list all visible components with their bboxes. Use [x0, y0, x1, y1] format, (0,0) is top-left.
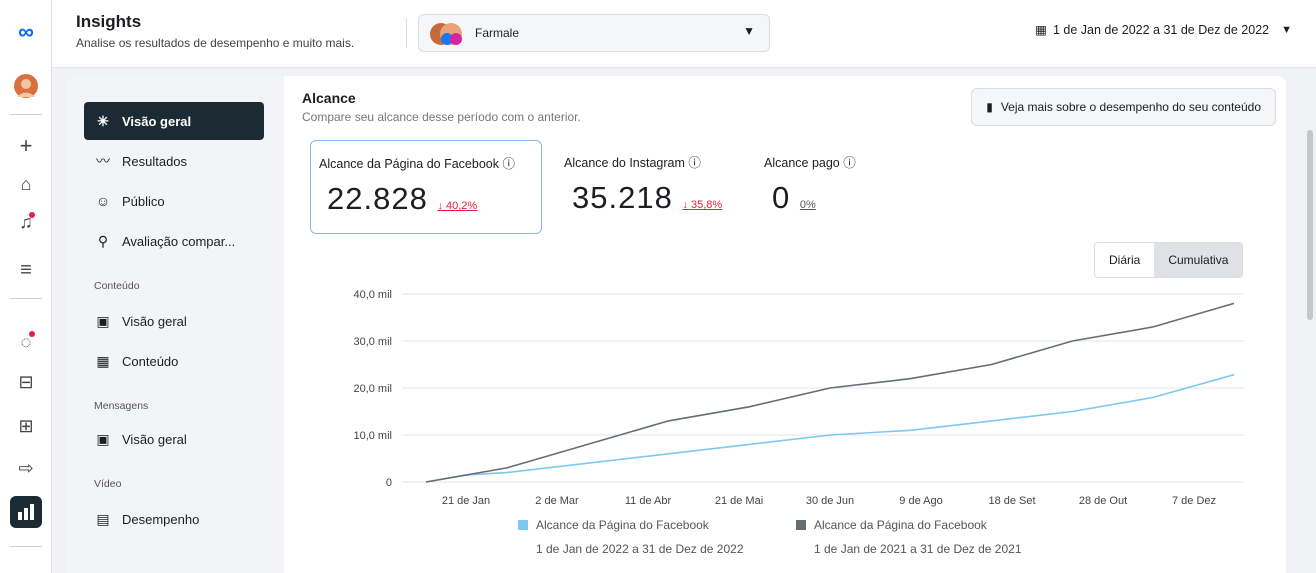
home-icon[interactable]: ⌂: [10, 168, 42, 200]
insights-icon[interactable]: [10, 496, 42, 528]
metric-instagram-reach[interactable]: Alcance do Instagram ⓘ 35.218 ↓ 35,8%: [556, 140, 746, 234]
account-selector[interactable]: Farmale ▼: [418, 14, 770, 52]
legend-previous: Alcance da Página do Facebook 1 de Jan d…: [796, 518, 1022, 556]
sidebar-item-mensagens-visao-geral[interactable]: ▣ Visão geral: [84, 420, 264, 458]
left-rail: ∞ + ⌂ ♫ ≡ ◌ ⊟ ⊞ ⇨: [0, 0, 52, 573]
messages-overview-icon: ▣: [96, 430, 110, 447]
x-tick-label: 2 de Mar: [535, 495, 579, 507]
insights-sidebar: ✳ Visão geral 〰 Resultados ☺ Público ⚲ A…: [66, 76, 284, 573]
posts-icon[interactable]: ⊟: [10, 366, 42, 398]
reach-chart: 40,0 mil 30,0 mil 20,0 mil 10,0 mil 0 21 de J…: [353, 289, 1244, 507]
content-table-icon: ▦: [96, 352, 110, 369]
audience-icon: ☺: [95, 193, 111, 209]
section-mensagens: Mensagens: [94, 400, 149, 412]
x-tick-label: 11 de Abr: [625, 495, 672, 507]
y-tick-label: 40,0 mil: [353, 289, 392, 301]
scrollbar[interactable]: [1307, 130, 1313, 320]
sidebar-item-conteudo-visao-geral[interactable]: ▣ Visão geral: [84, 302, 264, 340]
date-range-label: 1 de Jan de 2022 a 31 de Dez de 2022: [1052, 22, 1270, 37]
section-subtitle: Compare seu alcance desse período com o …: [302, 110, 581, 124]
benchmark-icon: ⚲: [97, 232, 109, 249]
x-tick-label: 21 de Jan: [442, 495, 490, 507]
metric-facebook-reach[interactable]: Alcance da Página do Facebook ⓘ 22.828 ↓…: [310, 140, 542, 234]
x-tick-label: 18 de Set: [988, 495, 1035, 507]
metric-paid-reach[interactable]: Alcance pago ⓘ 0 0%: [756, 140, 876, 234]
info-icon: ⓘ: [843, 156, 856, 170]
sidebar-item-resultados[interactable]: 〰 Resultados: [84, 142, 264, 180]
reach-section: Alcance Compare seu alcance desse períod…: [284, 76, 1286, 573]
y-tick-label: 10,0 mil: [353, 430, 392, 442]
sidebar-item-visao-geral[interactable]: ✳ Visão geral: [84, 102, 264, 140]
x-tick-label: 28 de Out: [1079, 495, 1127, 507]
section-video: Vídeo: [94, 478, 122, 490]
video-performance-icon: ▤: [96, 510, 110, 527]
megaphone-icon[interactable]: ⇨: [10, 452, 42, 484]
menu-icon[interactable]: ≡: [10, 254, 42, 286]
date-range-picker[interactable]: ▦ 1 de Jan de 2022 a 31 de Dez de 2022 ▼: [1035, 22, 1292, 38]
book-icon: ▮: [986, 100, 993, 114]
series-line-0: [425, 373, 1235, 483]
plus-icon[interactable]: +: [10, 130, 42, 162]
x-tick-label: 9 de Ago: [899, 495, 942, 507]
account-avatar: [430, 23, 462, 45]
x-tick-label: 7 de Dez: [1172, 495, 1216, 507]
results-icon: 〰: [96, 153, 110, 169]
x-tick-label: 21 de Mai: [715, 495, 763, 507]
sidebar-item-avaliacao[interactable]: ⚲ Avaliação compar...: [84, 222, 264, 260]
calendar-grid-icon[interactable]: ⊞: [10, 410, 42, 442]
sidebar-item-publico[interactable]: ☺ Público: [84, 182, 264, 220]
chevron-down-icon: ▼: [743, 24, 755, 38]
chevron-down-icon: ▼: [1281, 23, 1292, 36]
insights-panel: ✳ Visão geral 〰 Resultados ☺ Público ⚲ A…: [66, 76, 1286, 573]
sidebar-item-conteudo[interactable]: ▦ Conteúdo: [84, 342, 264, 380]
series-line-1: [425, 302, 1235, 483]
toggle-cumulativa[interactable]: Cumulativa: [1154, 243, 1243, 277]
activity-icon[interactable]: ◌: [10, 326, 42, 358]
info-icon: ⓘ: [502, 157, 515, 171]
page-title: Insights: [76, 12, 142, 31]
legend-current: Alcance da Página do Facebook 1 de Jan d…: [518, 518, 744, 556]
toggle-diaria[interactable]: Diária: [1095, 243, 1154, 277]
meta-logo-icon[interactable]: ∞: [10, 16, 42, 48]
overview-icon: ✳: [97, 112, 109, 129]
legend-swatch-previous: [796, 520, 806, 530]
page-subtitle: Analise os resultados de desempenho e mu…: [76, 36, 355, 50]
x-tick-label: 30 de Jun: [806, 495, 854, 507]
calendar-icon: ▦: [1035, 23, 1047, 37]
legend-swatch-current: [518, 520, 528, 530]
account-name: Farmale: [475, 26, 520, 40]
section-title: Alcance: [302, 90, 356, 106]
y-tick-label: 0: [386, 477, 392, 489]
view-toggle[interactable]: Diária Cumulativa: [1094, 242, 1244, 278]
bell-icon[interactable]: ♫: [10, 206, 42, 238]
sidebar-item-desempenho[interactable]: ▤ Desempenho: [84, 500, 264, 538]
section-conteudo: Conteúdo: [94, 280, 140, 292]
page-header: Insights Analise os resultados de desemp…: [52, 0, 1316, 68]
profile-avatar[interactable]: [10, 70, 42, 102]
y-tick-label: 30,0 mil: [353, 336, 392, 348]
more-performance-button[interactable]: ▮ Veja mais sobre o desempenho do seu co…: [971, 88, 1276, 126]
y-tick-label: 20,0 mil: [353, 383, 392, 395]
info-icon: ⓘ: [688, 156, 701, 170]
content-overview-icon: ▣: [96, 312, 110, 329]
